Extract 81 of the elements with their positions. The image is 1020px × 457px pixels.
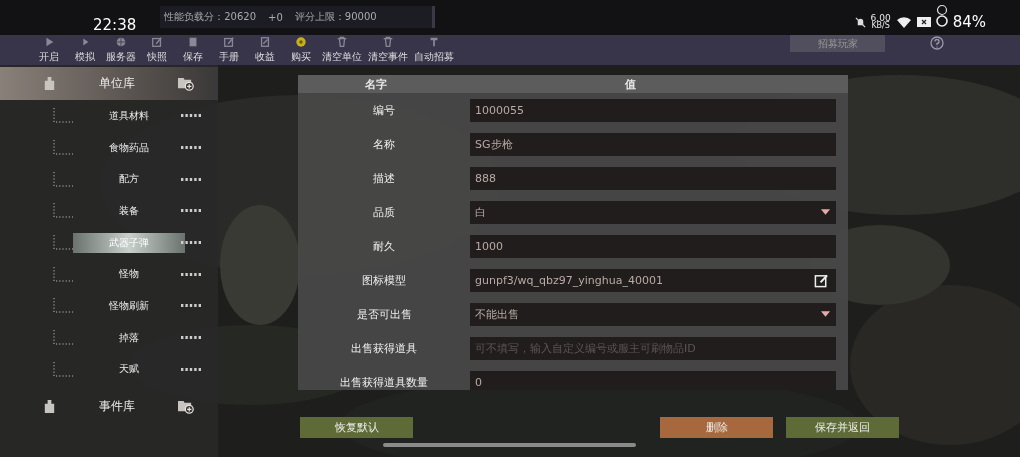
toolbar-button[interactable]: 收益 bbox=[247, 35, 283, 65]
tree-connector-icon bbox=[53, 298, 73, 314]
network-speed: 6.00 bbox=[870, 14, 891, 22]
sidebar-item[interactable]: 道具材料 bbox=[103, 105, 155, 126]
input-field[interactable]: 1000 bbox=[470, 234, 836, 258]
toolbar-button[interactable]: 服务器 bbox=[103, 35, 139, 65]
folder-add-icon[interactable] bbox=[177, 399, 194, 415]
wifi-icon bbox=[895, 16, 912, 28]
ring-icon bbox=[935, 4, 948, 28]
field-label: 图标模型 bbox=[361, 272, 407, 288]
edit-icon bbox=[813, 272, 829, 288]
sidebar-item[interactable]: 天赋 bbox=[113, 359, 145, 380]
drag-handle-icon[interactable] bbox=[181, 304, 202, 308]
input-field[interactable]: SG步枪 bbox=[470, 132, 836, 156]
field-label: 是否可出售 bbox=[355, 306, 413, 322]
help-icon[interactable] bbox=[930, 36, 944, 50]
sidebar-item[interactable]: 配方 bbox=[113, 169, 145, 190]
drag-handle-icon[interactable] bbox=[181, 146, 202, 150]
field-label: 名称 bbox=[372, 136, 396, 152]
toolbar-button[interactable]: 保存 bbox=[175, 35, 211, 65]
toolbar-button[interactable]: 购买 bbox=[283, 35, 319, 65]
dropdown[interactable]: 不能出售 bbox=[470, 302, 836, 326]
input-field[interactable]: gunpf3/wq_qbz97_yinghua_40001 bbox=[470, 268, 806, 292]
input-field[interactable]: 0 bbox=[470, 370, 836, 390]
folder-add-icon[interactable] bbox=[177, 76, 194, 91]
edit-button[interactable] bbox=[806, 268, 836, 292]
battery-saver-icon bbox=[916, 17, 931, 27]
battery-level: 84% bbox=[952, 13, 986, 31]
drag-handle-icon[interactable] bbox=[181, 177, 202, 181]
tree-connector-icon bbox=[53, 203, 73, 219]
toolbar-button[interactable]: 自动招募 bbox=[411, 35, 457, 65]
tree-connector-icon bbox=[53, 140, 73, 156]
caret-icon bbox=[820, 310, 831, 318]
drag-handle-icon[interactable] bbox=[181, 367, 202, 371]
input-field[interactable]: 1000055 bbox=[470, 98, 836, 122]
library-header[interactable]: 单位库 bbox=[0, 67, 218, 100]
field-label: 出售获得道具数量 bbox=[339, 374, 429, 390]
caret-icon bbox=[820, 208, 831, 216]
toolbar-button[interactable]: 模拟 bbox=[67, 35, 103, 65]
tree-connector-icon bbox=[53, 171, 73, 187]
column-header: 名字 bbox=[363, 76, 388, 92]
tree-connector-icon bbox=[53, 235, 73, 251]
sidebar-item[interactable]: 装备 bbox=[113, 200, 145, 221]
field-label: 编号 bbox=[372, 102, 396, 118]
library-header[interactable]: 事件库 bbox=[0, 390, 218, 424]
network-unit: KB/S bbox=[871, 22, 890, 30]
field-label: 描述 bbox=[372, 170, 396, 186]
toolbar-button[interactable]: 清空事件 bbox=[365, 35, 411, 65]
drag-handle-icon[interactable] bbox=[181, 336, 202, 340]
drag-handle-icon[interactable] bbox=[181, 114, 202, 118]
tree-connector-icon bbox=[53, 361, 73, 377]
sidebar-item[interactable]: 怪物 bbox=[113, 264, 145, 285]
sidebar-item[interactable]: 食物药品 bbox=[103, 137, 155, 158]
library-title: 事件库 bbox=[99, 398, 135, 416]
drag-handle-icon[interactable] bbox=[181, 241, 202, 245]
field-label: 耐久 bbox=[372, 238, 396, 254]
toolbar-button[interactable]: 清空单位 bbox=[319, 35, 365, 65]
field-label: 品质 bbox=[372, 204, 396, 220]
toolbar-button[interactable]: 快照 bbox=[139, 35, 175, 65]
bell-muted-icon bbox=[854, 16, 866, 28]
reset-button[interactable]: 恢复默认 bbox=[300, 417, 413, 438]
field-label: 出售获得道具 bbox=[350, 340, 418, 356]
clock-time: 22:38 bbox=[93, 17, 137, 33]
drag-handle-icon[interactable] bbox=[181, 209, 202, 213]
score-delta: +0 bbox=[268, 11, 283, 23]
tree-connector-icon bbox=[53, 330, 73, 346]
toolbar-button[interactable]: 开启 bbox=[31, 35, 67, 65]
column-header: 值 bbox=[623, 76, 637, 92]
delete-button[interactable]: 删除 bbox=[660, 417, 773, 438]
score-limit: 评分上限：90000 bbox=[294, 10, 377, 24]
sidebar-item[interactable]: 掉落 bbox=[113, 327, 145, 348]
dropdown[interactable]: 白 bbox=[470, 200, 836, 224]
library-title: 单位库 bbox=[99, 75, 135, 92]
tree-connector-icon bbox=[53, 266, 73, 282]
drag-handle-icon[interactable] bbox=[181, 272, 202, 276]
save-button[interactable]: 保存并返回 bbox=[786, 417, 899, 438]
load-score: 性能负载分：20620 bbox=[164, 10, 257, 24]
tree-connector-icon bbox=[53, 108, 73, 124]
sidebar-item[interactable]: 怪物刷新 bbox=[103, 295, 155, 316]
input-field[interactable]: 888 bbox=[470, 166, 836, 190]
toolbar-button[interactable]: 手册 bbox=[211, 35, 247, 65]
